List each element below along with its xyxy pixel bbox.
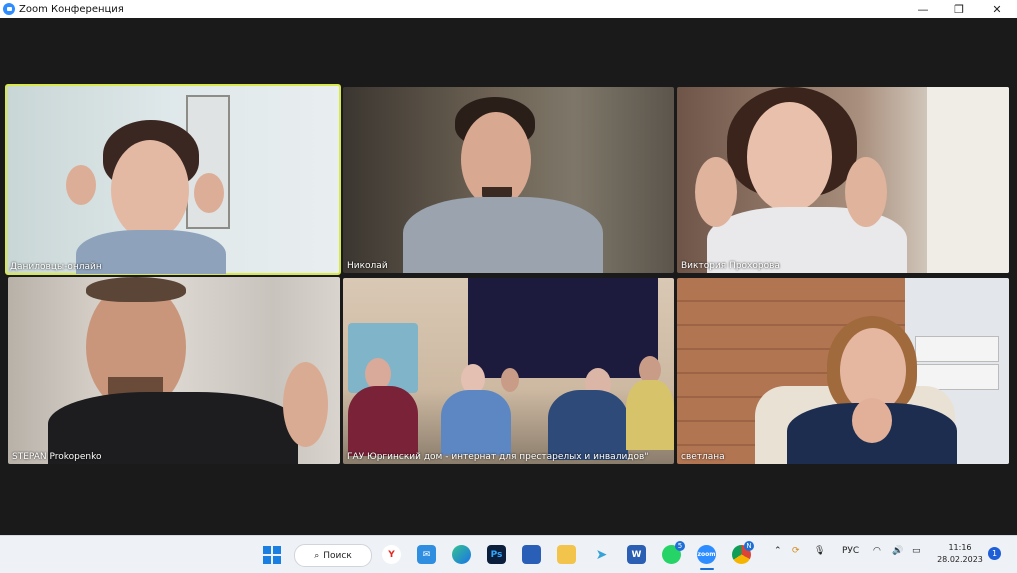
wifi-icon[interactable]: ◠ [873, 546, 881, 556]
battery-icon[interactable]: ▭ [912, 546, 921, 556]
participant-name: светлана [681, 452, 725, 462]
zoom-icon[interactable]: zoom [697, 545, 716, 564]
clock-time: 11:16 [948, 543, 972, 552]
chrome-profile-badge: N [744, 541, 754, 551]
video-tile-participant-6[interactable]: светлана [677, 278, 1009, 464]
participant-hand [66, 165, 96, 205]
video-tile-participant-5[interactable]: ГАУ Юргинский дом - интернат для престар… [343, 278, 674, 464]
volume-icon[interactable]: 🔊 [892, 546, 903, 556]
curtain [468, 278, 658, 378]
chevron-up-icon[interactable]: ⌃ [774, 546, 782, 556]
zoom-active-indicator [700, 568, 714, 570]
language-indicator[interactable]: РУС [842, 546, 859, 556]
notification-badge[interactable]: 1 [988, 547, 1001, 560]
participant-name: Николай [347, 261, 388, 271]
edge-icon[interactable] [452, 545, 471, 564]
minimize-button[interactable]: — [904, 0, 942, 18]
clock-date: 28.02.2023 [937, 555, 983, 564]
search-label: Поиск [323, 550, 352, 561]
windows-taskbar: ⌕ Поиск Y ✉ Ps ➤ W 5 zoom N ⌃ ⟳ 🎙 РУС ◠ … [0, 535, 1017, 573]
window-title: Zoom Конференция [19, 3, 124, 15]
resident-face [501, 368, 519, 392]
photoshop-icon[interactable]: Ps [487, 545, 506, 564]
microphone-icon[interactable]: 🎙 [814, 546, 825, 556]
video-gallery: Даниловцы-онлайн Николай Виктория Прохор… [0, 18, 1017, 535]
participant-body [403, 197, 603, 273]
telegram-icon[interactable]: ➤ [592, 545, 611, 564]
sync-icon[interactable]: ⟳ [792, 546, 800, 556]
title-bar: Zoom Конференция — ❐ ✕ [0, 0, 1017, 18]
participant-hand [695, 157, 737, 227]
word-icon[interactable]: W [627, 545, 646, 564]
search-icon: ⌕ [314, 550, 320, 561]
whatsapp-badge: 5 [675, 541, 685, 551]
participant-name: STEPAN Prokopenko [12, 452, 102, 462]
window-background [927, 87, 1009, 273]
resident-body [441, 390, 511, 455]
participant-hand [845, 157, 887, 227]
participant-hand [283, 362, 328, 447]
participant-face [747, 102, 832, 212]
resident-body [348, 386, 418, 456]
participant-face [111, 140, 189, 240]
video-tile-participant-4[interactable]: STEPAN Prokopenko [8, 277, 340, 464]
system-clock[interactable]: 11:16 28.02.2023 [935, 542, 985, 566]
participant-hair [86, 277, 186, 302]
participant-name: Виктория Прохорова [681, 261, 780, 271]
store-icon[interactable] [522, 545, 541, 564]
wall-sign [915, 336, 999, 362]
taskbar-search-button[interactable]: ⌕ Поиск [294, 544, 372, 567]
participant-name: Даниловцы-онлайн [10, 262, 102, 272]
close-button[interactable]: ✕ [978, 0, 1016, 18]
mail-icon[interactable]: ✉ [417, 545, 436, 564]
file-explorer-icon[interactable] [557, 545, 576, 564]
video-tile-participant-1[interactable]: Даниловцы-онлайн [5, 84, 341, 275]
yandex-browser-icon[interactable]: Y [382, 545, 401, 564]
video-tile-participant-2[interactable]: Николай [343, 87, 674, 273]
resident-body [626, 380, 674, 450]
restore-button[interactable]: ❐ [940, 0, 978, 18]
participant-hand [194, 173, 224, 213]
participant-hands [852, 398, 892, 443]
video-tile-participant-3[interactable]: Виктория Прохорова [677, 87, 1009, 273]
windows-start-icon[interactable] [262, 545, 281, 564]
resident-body [548, 390, 628, 460]
zoom-logo-icon [3, 3, 15, 15]
participant-name: ГАУ Юргинский дом - интернат для престар… [347, 452, 649, 462]
